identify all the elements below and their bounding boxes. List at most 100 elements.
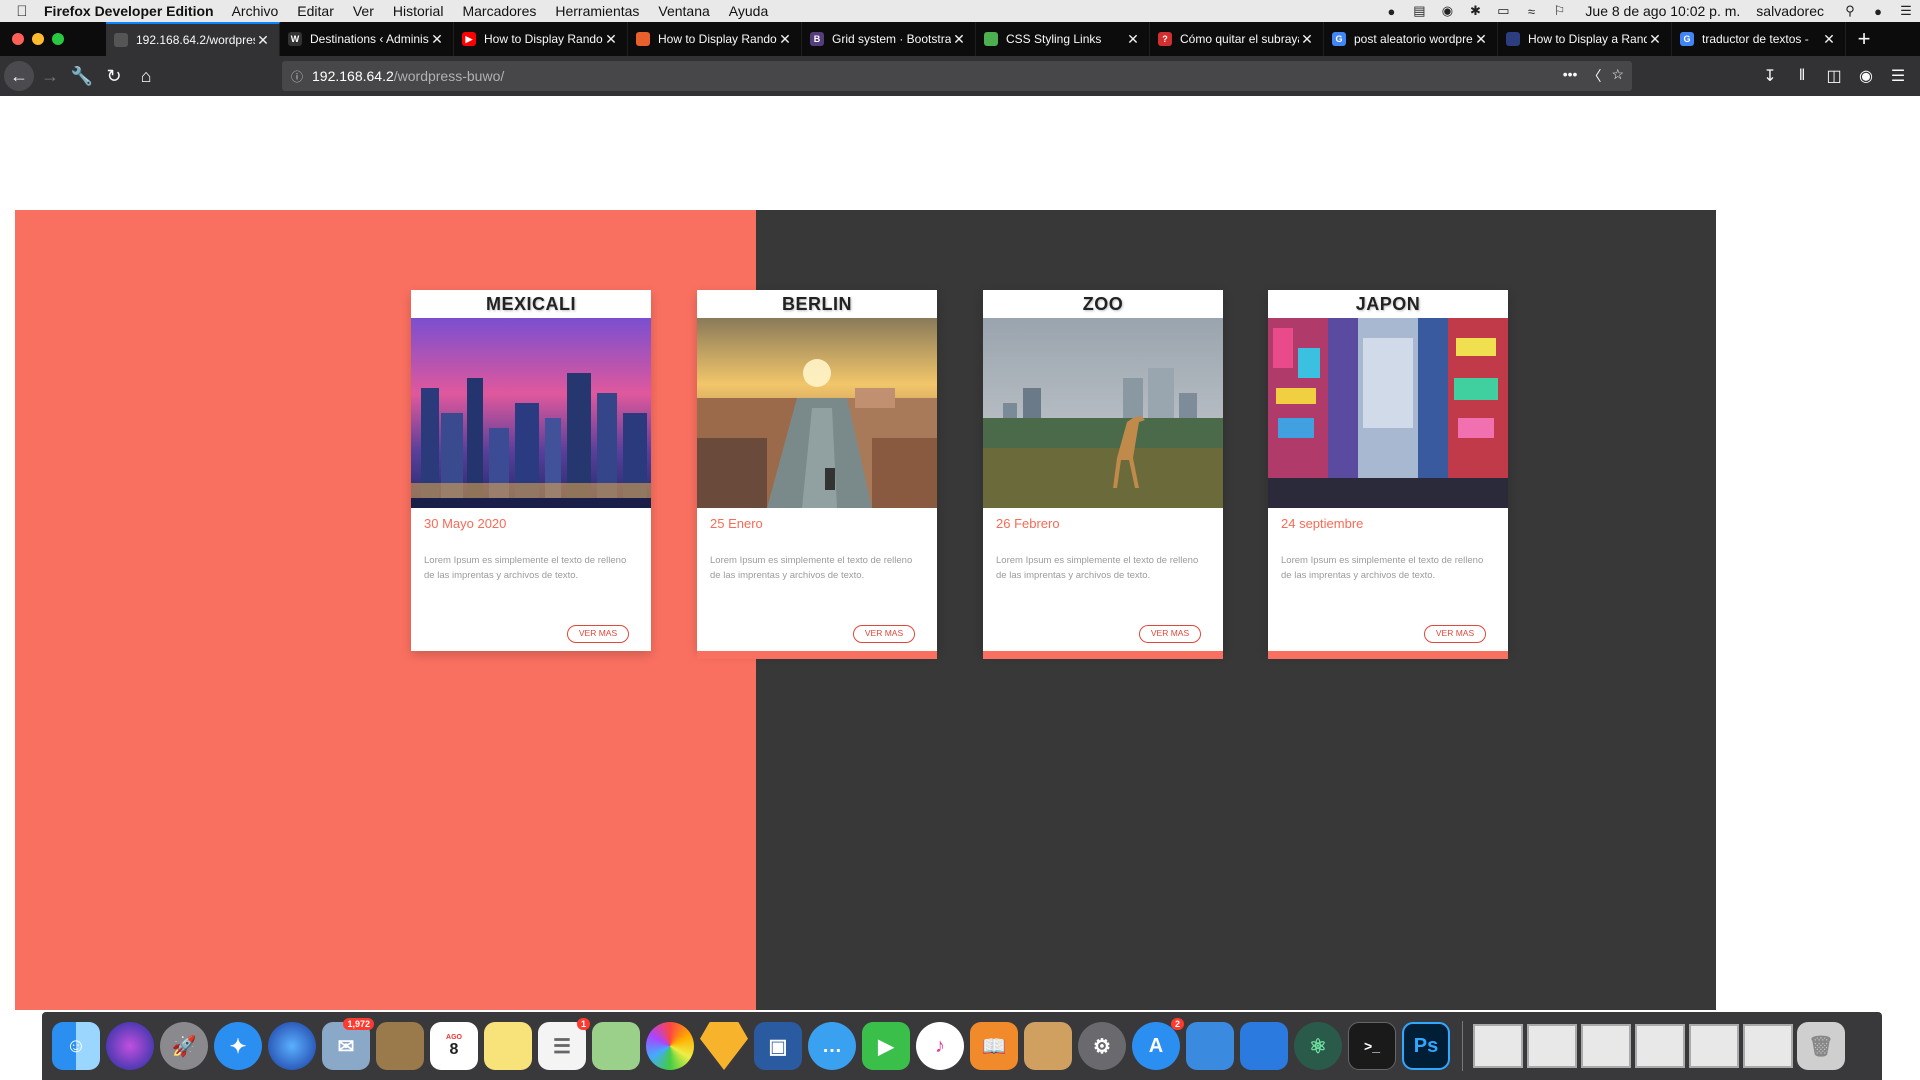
safari-icon[interactable]: ✦ [214,1022,262,1070]
menu-ayuda[interactable]: Ayuda [729,3,768,19]
destination-card-mexicali[interactable]: MEXICALI 30 Mayo 2020 Lorem Ipsum es sim… [411,290,651,651]
close-tab-icon[interactable]: ✕ [951,31,967,48]
messages-icon[interactable]: … [808,1022,856,1070]
creative-cloud-icon[interactable]: ● [1377,4,1405,19]
tab-wordpress[interactable]: 192.168.64.2/wordpress-b ✕ [106,22,280,56]
clock[interactable]: Jue 8 de ago 10:02 p. m. [1585,3,1740,19]
screen-sharing-icon[interactable] [1240,1022,1288,1070]
tab-post-aleatorio[interactable]: G post aleatorio wordpre ✕ [1324,22,1498,56]
siri-icon[interactable]: ● [1864,4,1892,19]
virtualbox-icon[interactable]: ▣ [754,1022,802,1070]
tab-traductor[interactable]: G traductor de textos - ✕ [1672,22,1846,56]
ver-mas-button[interactable]: VER MAS [1424,625,1486,643]
recent-document-6[interactable] [1743,1024,1793,1068]
close-tab-icon[interactable]: ✕ [429,31,445,48]
terminal-icon[interactable]: >_ [1348,1022,1396,1070]
tab-bootstrap-grid[interactable]: B Grid system · Bootstra ✕ [802,22,976,56]
menu-ventana[interactable]: Ventana [658,3,709,19]
downloads-icon[interactable]: ↧ [1754,60,1786,92]
app-name-menu[interactable]: Firefox Developer Edition [44,3,214,19]
ver-mas-button[interactable]: VER MAS [853,625,915,643]
close-tab-icon[interactable]: ✕ [1299,31,1315,48]
flag-us-icon[interactable]: ⚐ [1545,3,1573,19]
home-button[interactable]: ⌂ [130,60,162,92]
back-button[interactable]: ← [4,61,34,91]
close-tab-icon[interactable]: ✕ [1647,31,1663,48]
atom-icon[interactable]: ⚛ [1294,1022,1342,1070]
apple-icon[interactable]:  [0,3,44,20]
user-name[interactable]: salvadorec [1756,3,1824,19]
new-tab-button[interactable]: + [1846,26,1882,52]
close-tab-icon[interactable]: ✕ [1125,31,1141,48]
tab-display-a-random[interactable]: How to Display a Rand ✕ [1498,22,1672,56]
finder-icon[interactable]: ☺ [52,1022,100,1070]
pocket-icon[interactable]: 〈 [1587,66,1601,86]
hamburger-menu-icon[interactable]: ☰ [1882,60,1914,92]
recent-document-1[interactable] [1473,1024,1523,1068]
sidebar-icon[interactable]: ◫ [1818,60,1850,92]
siri-icon[interactable] [106,1022,154,1070]
close-tab-icon[interactable]: ✕ [777,31,793,48]
menu-editar[interactable]: Editar [297,3,334,19]
destination-card-berlin[interactable]: BERLIN 25 Enero Lorem Ipsum es simplemen… [697,290,937,659]
facetime-icon[interactable]: ▶ [862,1022,910,1070]
recent-document-3[interactable] [1581,1024,1631,1068]
menu-historial[interactable]: Historial [393,3,444,19]
maps-icon[interactable] [592,1022,640,1070]
document-icon[interactable]: ▤ [1405,3,1433,19]
ver-mas-button[interactable]: VER MAS [567,625,629,643]
reload-button[interactable]: ↻ [98,60,130,92]
system-preferences-icon[interactable]: ⚙ [1078,1022,1126,1070]
notification-center-icon[interactable]: ☰ [1892,3,1920,19]
close-window-button[interactable] [12,33,24,45]
tab-youtube[interactable]: ▶ How to Display Rando ✕ [454,22,628,56]
menu-ver[interactable]: Ver [353,3,374,19]
menu-marcadores[interactable]: Marcadores [462,3,536,19]
notebook-icon[interactable] [376,1022,424,1070]
zoom-window-button[interactable] [52,33,64,45]
site-info-icon[interactable]: ⓘ [282,68,312,85]
tab-display-random[interactable]: How to Display Rando ✕ [628,22,802,56]
photos-icon[interactable] [646,1022,694,1070]
menu-archivo[interactable]: Archivo [232,3,279,19]
bluetooth-icon[interactable]: ✱ [1461,3,1489,19]
destination-card-japon[interactable]: JAPON 24 septiembre Lorem Ipsum es simpl… [1268,290,1508,659]
menu-herramientas[interactable]: Herramientas [555,3,639,19]
sketch-icon[interactable] [700,1022,748,1070]
wifi-icon[interactable]: ≈ [1517,4,1545,19]
app-store-icon[interactable]: A2 [1132,1018,1184,1070]
account-icon[interactable]: ◉ [1850,60,1882,92]
minimize-window-button[interactable] [32,33,44,45]
spotlight-search-icon[interactable]: ⚲ [1836,3,1864,19]
ibooks-icon[interactable]: 📖 [970,1022,1018,1070]
mail-icon[interactable]: ✉ 1,972 [322,1018,374,1070]
tab-quitar-subrayado[interactable]: ? Cómo quitar el subraya ✕ [1150,22,1324,56]
photoshop-icon[interactable]: Ps [1402,1022,1450,1070]
recent-document-2[interactable] [1527,1024,1577,1068]
airplay-icon[interactable]: ▭ [1489,3,1517,19]
destination-card-zoo[interactable]: ZOO 26 Febrero Lorem Ipsum es simplement… [983,290,1223,659]
forward-button[interactable]: → [34,60,66,92]
firefox-developer-icon[interactable] [268,1022,316,1070]
calendar-icon[interactable]: AGO 8 [430,1022,478,1070]
close-tab-icon[interactable]: ✕ [1821,31,1837,48]
preview-icon[interactable] [1024,1022,1072,1070]
wrench-icon[interactable]: 🔧 [66,60,98,92]
close-tab-icon[interactable]: ✕ [1473,31,1489,48]
bookmark-star-icon[interactable]: ☆ [1611,66,1624,86]
notes-icon[interactable] [484,1022,532,1070]
close-tab-icon[interactable]: ✕ [603,31,619,48]
recent-document-5[interactable] [1689,1024,1739,1068]
page-actions-icon[interactable]: ••• [1563,66,1578,86]
library-icon[interactable]: ‖ [1786,60,1818,92]
trash-icon[interactable]: 🗑 [1797,1022,1845,1070]
reminders-icon[interactable]: ☰ 1 [538,1018,590,1070]
itunes-icon[interactable]: ♪ [916,1022,964,1070]
address-bar[interactable]: ⓘ 192.168.64.2/wordpress-buwo/ ••• 〈 ☆ [282,61,1632,91]
launchpad-icon[interactable]: 🚀 [160,1022,208,1070]
b-circle-icon[interactable]: ◉ [1433,3,1461,19]
close-tab-icon[interactable]: ✕ [255,32,271,49]
tab-css-styling[interactable]: CSS Styling Links ✕ [976,22,1150,56]
recent-document-4[interactable] [1635,1024,1685,1068]
ver-mas-button[interactable]: VER MAS [1139,625,1201,643]
